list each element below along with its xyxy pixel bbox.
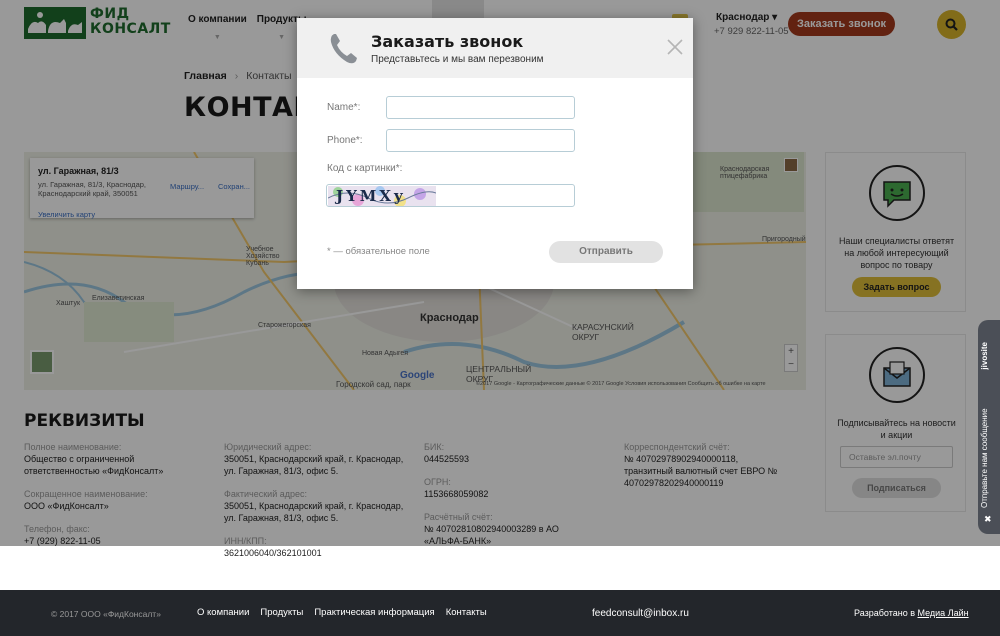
close-icon[interactable] — [666, 38, 684, 56]
modal-subtitle: Представьтесь и мы вам перезвоним — [371, 54, 544, 65]
captcha-image: JYMXy — [328, 186, 436, 206]
phone-input[interactable] — [386, 129, 575, 152]
footer-nav: О компании Продукты Практическая информа… — [197, 607, 487, 618]
inn-kpp-value: 3621006040/362101001 — [224, 548, 322, 558]
captcha-label: Код с картинки*: — [327, 163, 403, 174]
captcha-text: JYMXy — [336, 187, 406, 205]
modal-header: Заказать звонок Представьтесь и мы вам п… — [297, 18, 693, 78]
footer-link-contacts[interactable]: Контакты — [446, 607, 487, 618]
phone-handset-icon — [330, 34, 357, 64]
footer-link-products[interactable]: Продукты — [260, 607, 303, 618]
name-label: Name*: — [327, 102, 361, 113]
content-white-band — [0, 546, 1000, 590]
captcha-input[interactable]: JYMXy — [326, 184, 575, 207]
developer-prefix: Разработано в — [854, 608, 918, 618]
submit-button[interactable]: Отправить — [549, 241, 663, 263]
required-note: * — обязательное поле — [327, 246, 430, 257]
footer-email[interactable]: feedconsult@inbox.ru — [592, 608, 689, 619]
footer-developer: Разработано в Медиа Лайн — [854, 608, 969, 618]
name-input[interactable] — [386, 96, 575, 119]
developer-link[interactable]: Медиа Лайн — [918, 608, 969, 618]
jivosite-brand: jivosite — [980, 342, 989, 370]
phone-label: Phone*: — [327, 135, 363, 146]
footer-copyright: © 2017 ООО «ФидКонсалт» — [51, 609, 161, 619]
jivosite-label: Отправьте нам сообщение — [980, 408, 989, 508]
site-footer: © 2017 ООО «ФидКонсалт» О компании Проду… — [0, 590, 1000, 636]
callback-modal: Заказать звонок Представьтесь и мы вам п… — [297, 18, 693, 289]
modal-title: Заказать звонок — [371, 32, 524, 51]
close-x-icon[interactable]: ✖ — [984, 514, 994, 524]
footer-link-info[interactable]: Практическая информация — [314, 607, 434, 618]
footer-link-about[interactable]: О компании — [197, 607, 249, 618]
jivosite-widget[interactable]: jivosite Отправьте нам сообщение ✖ — [978, 320, 1000, 534]
